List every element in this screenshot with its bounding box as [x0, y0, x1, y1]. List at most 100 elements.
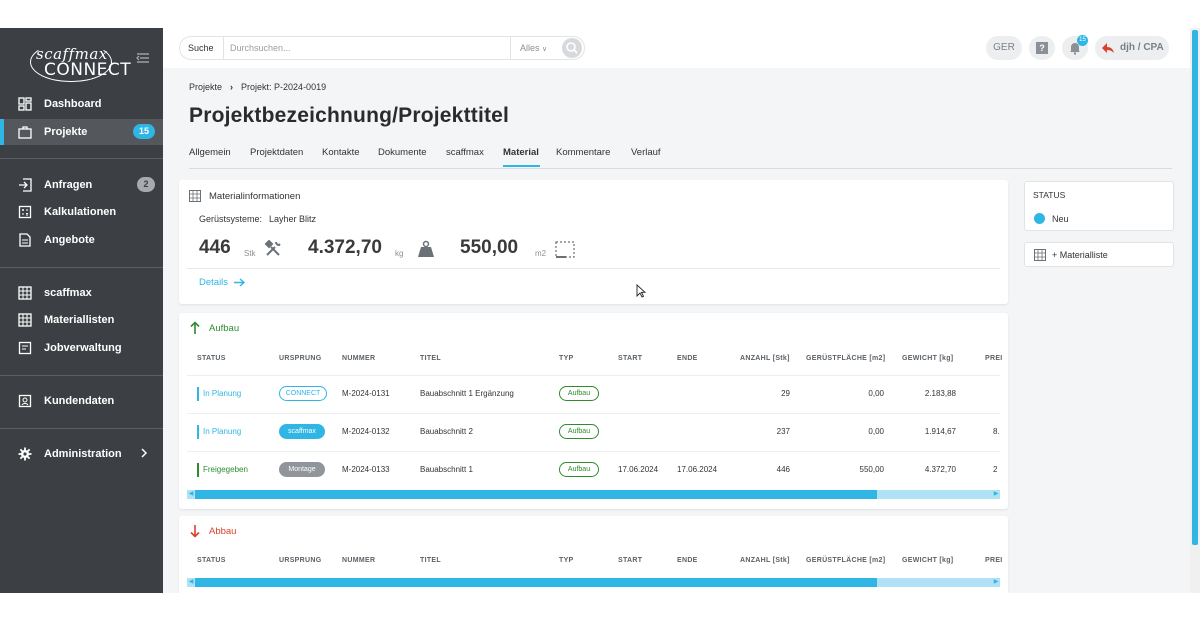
- scrollbar-thumb[interactable]: [1192, 30, 1198, 545]
- table-row[interactable]: In Planung scaffmax M-2024-0132 Bauabsch…: [179, 413, 1008, 451]
- tab-material[interactable]: Material: [503, 147, 539, 158]
- col-header-start[interactable]: START: [618, 355, 642, 362]
- dashboard-icon: [18, 97, 32, 111]
- sidebar-divider: [0, 428, 163, 429]
- sidebar-item-jobverwaltung[interactable]: Jobverwaltung: [0, 335, 163, 361]
- table-row[interactable]: In Planung CONNECT M-2024-0131 Bauabschn…: [179, 375, 1008, 413]
- sidebar-item-scaffmax[interactable]: scaffmax: [0, 280, 163, 306]
- tab-allgemein[interactable]: Allgemein: [189, 147, 231, 158]
- sidebar-item-angebote[interactable]: Angebote: [0, 227, 163, 253]
- area-icon: [555, 241, 575, 258]
- col-header-gewicht[interactable]: GEWICHT [kg]: [902, 355, 953, 362]
- collapse-menu-icon[interactable]: [136, 52, 150, 64]
- scrollbar-thumb[interactable]: [195, 490, 877, 499]
- row-area: 0,00: [868, 389, 884, 398]
- tab-scaffmax[interactable]: scaffmax: [446, 147, 484, 158]
- user-menu-button[interactable]: djh / CPA: [1095, 36, 1169, 60]
- inbox-arrow-icon: [18, 178, 32, 192]
- col-header-nummer[interactable]: NUMMER: [342, 557, 375, 564]
- add-materialliste-button[interactable]: + Materialliste: [1024, 242, 1174, 267]
- sidebar-item-kundendaten[interactable]: Kundendaten: [0, 388, 163, 414]
- grid-icon: [18, 286, 32, 300]
- row-count: 446: [776, 465, 790, 474]
- scroll-right-icon[interactable]: ▶: [992, 578, 1000, 587]
- sidebar-divider: [0, 267, 163, 268]
- col-header-ursprung[interactable]: URSPRUNG: [279, 355, 321, 362]
- tab-projektdaten[interactable]: Projektdaten: [250, 147, 303, 158]
- scroll-left-icon[interactable]: ◀: [187, 490, 195, 499]
- aufbau-horizontal-scrollbar[interactable]: ◀ ▶: [187, 490, 1000, 499]
- status-value: Neu: [1052, 214, 1069, 224]
- col-header-nummer[interactable]: NUMMER: [342, 355, 375, 362]
- col-header-ende[interactable]: ENDE: [677, 557, 698, 564]
- search-input[interactable]: [230, 40, 500, 56]
- col-header-titel[interactable]: TITEL: [420, 355, 441, 362]
- col-header-preis[interactable]: PREI: [985, 557, 1003, 564]
- scaffmax-connect-logo[interactable]: scaffmax CONNECT: [30, 42, 131, 82]
- page-title: Projektbezeichnung/Projekttitel: [189, 104, 510, 127]
- type-chip: Aufbau: [559, 424, 599, 439]
- col-header-status[interactable]: STATUS: [197, 355, 226, 362]
- sidebar-divider: [0, 375, 163, 376]
- col-header-anzahl[interactable]: ANZAHL [Stk]: [740, 355, 790, 362]
- row-status: In Planung: [203, 427, 242, 436]
- col-header-ende[interactable]: ENDE: [677, 355, 698, 362]
- search-scope-value: Alles: [520, 43, 540, 53]
- tab-dokumente[interactable]: Dokumente: [378, 147, 427, 158]
- col-header-preis[interactable]: PREI: [985, 355, 1003, 362]
- notifications-badge: 15: [1077, 35, 1088, 46]
- col-header-anzahl[interactable]: ANZAHL [Stk]: [740, 557, 790, 564]
- tab-kontakte[interactable]: Kontakte: [322, 147, 360, 158]
- col-header-typ[interactable]: TYP: [559, 355, 574, 362]
- sidebar-item-dashboard[interactable]: Dashboard: [0, 91, 163, 117]
- col-header-start[interactable]: START: [618, 557, 642, 564]
- row-count: 29: [781, 389, 790, 398]
- help-button[interactable]: ?: [1029, 36, 1055, 60]
- abbau-horizontal-scrollbar[interactable]: ◀ ▶: [187, 578, 1000, 587]
- scroll-right-icon[interactable]: ▶: [992, 490, 1000, 499]
- notifications-button[interactable]: 15: [1062, 35, 1088, 60]
- origin-chip: Montage: [279, 462, 325, 477]
- status-indicator: [197, 463, 199, 477]
- breadcrumb-projekte-link[interactable]: Projekte: [189, 82, 222, 92]
- col-header-gewicht[interactable]: GEWICHT [kg]: [902, 557, 953, 564]
- sidebar-divider: [0, 158, 163, 159]
- col-header-typ[interactable]: TYP: [559, 557, 574, 564]
- abbau-title: Abbau: [209, 526, 237, 537]
- count-unit: Stk: [244, 249, 256, 258]
- col-header-ursprung[interactable]: URSPRUNG: [279, 557, 321, 564]
- table-row[interactable]: Freigegeben Montage M-2024-0133 Bauabsch…: [179, 451, 1008, 489]
- tab-verlauf[interactable]: Verlauf: [631, 147, 661, 158]
- row-title: Bauabschnitt 1 Ergänzung: [420, 389, 514, 398]
- sidebar-item-materiallisten[interactable]: Materiallisten: [0, 307, 163, 333]
- sidebar-item-administration[interactable]: Administration: [0, 441, 163, 467]
- col-header-flaeche[interactable]: GERÜSTFLÄCHE [m2]: [806, 557, 885, 564]
- sidebar-item-kalkulationen[interactable]: Kalkulationen: [0, 199, 163, 225]
- status-panel: STATUS Neu: [1024, 181, 1174, 231]
- sidebar-item-projekte[interactable]: Projekte 15: [0, 119, 163, 145]
- page-vertical-scrollbar[interactable]: [1190, 28, 1200, 593]
- col-header-flaeche[interactable]: GERÜSTFLÄCHE [m2]: [806, 355, 885, 362]
- row-price: 8.: [993, 427, 1000, 436]
- sidebar-item-label: Dashboard: [44, 98, 102, 110]
- sidebar-item-label: Anfragen: [44, 179, 93, 191]
- breadcrumb: Projekte › Projekt: P-2024-0019: [189, 82, 326, 92]
- calculator-icon: [18, 205, 32, 219]
- card-divider: [187, 268, 1000, 269]
- tab-kommentare[interactable]: Kommentare: [556, 147, 610, 158]
- language-button[interactable]: GER: [986, 36, 1022, 60]
- sidebar-item-anfragen[interactable]: Anfragen 2: [0, 172, 163, 198]
- status-panel-title: STATUS: [1033, 190, 1066, 200]
- projects-count-badge: 15: [133, 124, 155, 139]
- help-icon: ?: [1036, 42, 1048, 54]
- scrollbar-thumb[interactable]: [195, 578, 877, 587]
- col-header-status[interactable]: STATUS: [197, 557, 226, 564]
- scroll-left-icon[interactable]: ◀: [187, 578, 195, 587]
- search-scope-select[interactable]: Alles ∨: [520, 43, 547, 53]
- row-start: 17.06.2024: [618, 465, 659, 474]
- weight-value: 4.372,70: [308, 237, 382, 258]
- details-link[interactable]: Details: [199, 277, 246, 288]
- col-header-titel[interactable]: TITEL: [420, 557, 441, 564]
- origin-chip: scaffmax: [279, 424, 325, 439]
- search-button[interactable]: [562, 38, 582, 58]
